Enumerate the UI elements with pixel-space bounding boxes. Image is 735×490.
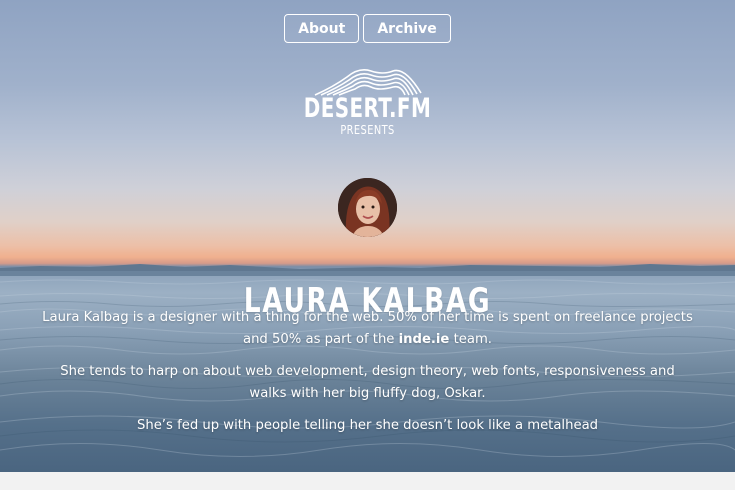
top-nav: About Archive [0,14,735,43]
inde-link[interactable]: inde.ie [399,332,450,347]
bio-text: Laura Kalbag is a designer with a thing … [42,310,693,347]
logo-subtitle: PRESENTS [340,123,395,137]
speaker-bio-paragraph-1: Laura Kalbag is a designer with a thing … [40,307,695,351]
mountain-logo-icon [314,69,422,96]
nav-archive-button[interactable]: Archive [363,14,451,43]
logo-wordmark: DESERT.FM [303,93,432,124]
avatar-photo [338,178,397,237]
nav-about-button[interactable]: About [284,14,360,43]
speaker-avatar [338,178,397,237]
footer-strip [0,472,735,490]
bio-text: team. [449,332,492,347]
speaker-bio-paragraph-2: She tends to harp on about web developme… [60,364,675,401]
site-logo[interactable]: DESERT.FM PRESENTS [0,63,735,137]
speaker-bio-paragraph-3: She’s fed up with people telling her she… [136,418,599,433]
